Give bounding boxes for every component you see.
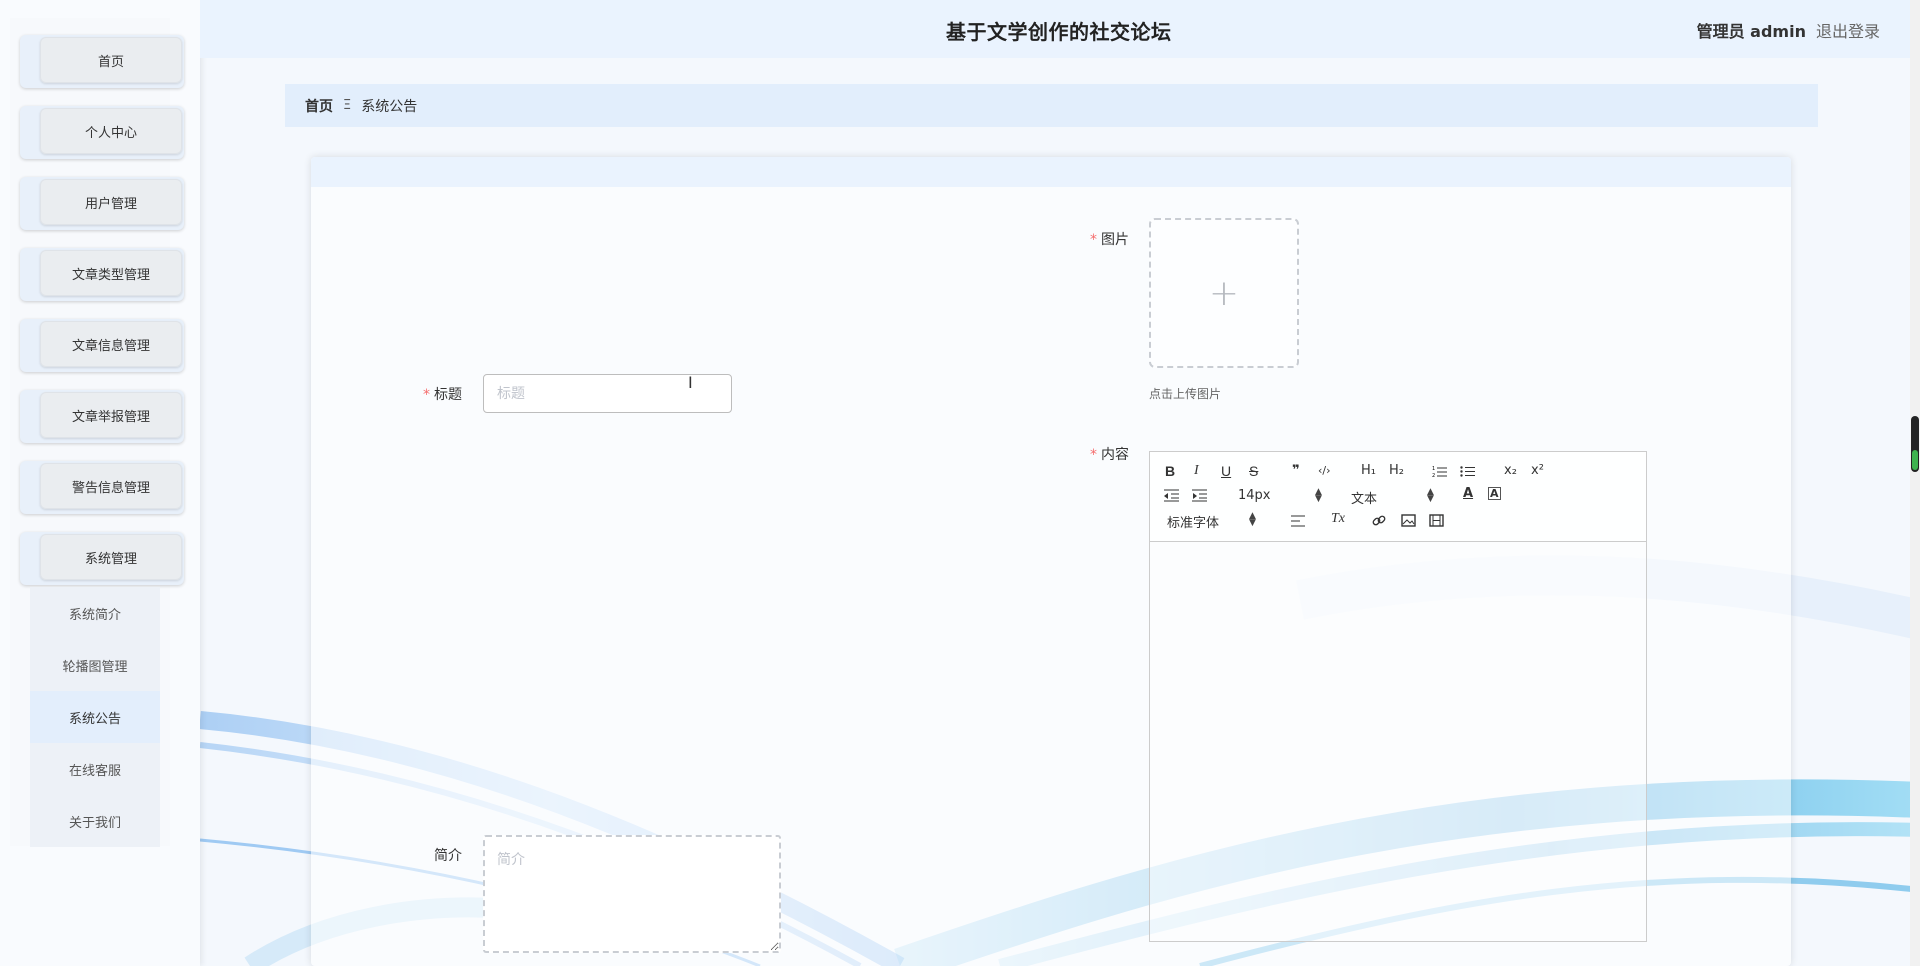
sidebar-item-article-reports[interactable]: 文章举报管理 bbox=[20, 390, 184, 443]
page-scrollbar[interactable] bbox=[1910, 0, 1920, 966]
svg-text:2: 2 bbox=[1432, 473, 1435, 478]
title-input[interactable] bbox=[483, 374, 732, 413]
sidebar-item-label: 警告信息管理 bbox=[40, 463, 182, 509]
sidebar-item-article-types[interactable]: 文章类型管理 bbox=[20, 248, 184, 301]
system-submenu: 系统简介 轮播图管理 系统公告 在线客服 关于我们 bbox=[30, 587, 160, 847]
sidebar-item-users[interactable]: 用户管理 bbox=[20, 177, 184, 230]
admin-label: 管理员 admin bbox=[1696, 22, 1806, 41]
scrollbar-marker bbox=[1912, 450, 1918, 470]
clear-format-icon[interactable]: Tx bbox=[1331, 511, 1345, 527]
superscript-icon[interactable]: x² bbox=[1531, 463, 1544, 478]
intro-textarea[interactable] bbox=[483, 835, 781, 953]
ordered-list-icon[interactable]: 12 bbox=[1432, 465, 1448, 478]
user-area: 管理员 admin 退出登录 bbox=[1697, 18, 1880, 42]
breadcrumb-separator-icon: Ξ bbox=[343, 98, 352, 113]
sidebar-item-label: 系统管理 bbox=[40, 534, 182, 580]
plus-icon: + bbox=[1208, 272, 1240, 314]
sidebar-item-label: 文章信息管理 bbox=[40, 321, 182, 367]
text-cursor-icon: I bbox=[688, 373, 693, 392]
breadcrumb: 首页 Ξ 系统公告 bbox=[285, 84, 1818, 127]
submenu-item-system-intro[interactable]: 系统简介 bbox=[30, 587, 160, 639]
submenu-item-about-us[interactable]: 关于我们 bbox=[30, 795, 160, 847]
font-color-icon[interactable]: A bbox=[1463, 486, 1473, 501]
sidebar-item-home[interactable]: 首页 bbox=[20, 35, 184, 88]
align-icon[interactable] bbox=[1291, 515, 1306, 527]
content-label: * 内容 bbox=[1090, 447, 1129, 463]
h1-icon[interactable]: H₁ bbox=[1361, 463, 1376, 478]
quote-icon[interactable]: ❞ bbox=[1292, 463, 1300, 478]
sidebar-item-label: 个人中心 bbox=[40, 108, 182, 154]
image-label: * 图片 bbox=[1090, 232, 1129, 248]
background-color-icon[interactable]: A bbox=[1488, 487, 1501, 500]
font-size-select[interactable]: 14px ▲ ▼ bbox=[1238, 488, 1323, 504]
video-icon[interactable] bbox=[1429, 514, 1444, 527]
bullet-list-icon[interactable] bbox=[1460, 465, 1476, 478]
card-header bbox=[311, 157, 1791, 187]
breadcrumb-current: 系统公告 bbox=[361, 98, 418, 115]
required-mark: * bbox=[1090, 447, 1097, 463]
sidebar-item-label: 文章举报管理 bbox=[40, 392, 182, 438]
sidebar-item-label: 用户管理 bbox=[40, 179, 182, 225]
italic-icon[interactable]: I bbox=[1194, 463, 1199, 479]
svg-text:1: 1 bbox=[1432, 466, 1435, 472]
logout-link[interactable]: 退出登录 bbox=[1816, 18, 1880, 42]
upload-tip: 点击上传图片 bbox=[1149, 387, 1222, 401]
sidebar-item-label: 文章类型管理 bbox=[40, 250, 182, 296]
editor-toolbar: B I U S ❞ ‹/› H₁ H₂ 12 x₂ x² 14px ▲ ▼ 文本… bbox=[1150, 452, 1646, 542]
strike-icon[interactable]: S bbox=[1249, 463, 1258, 479]
sidebar-item-personal-center[interactable]: 个人中心 bbox=[20, 106, 184, 159]
sidebar: 首页 个人中心 用户管理 文章类型管理 文章信息管理 文章举报管理 警告信息管理… bbox=[0, 0, 200, 966]
header-format-select[interactable]: 文本 ▲ ▼ bbox=[1351, 488, 1436, 508]
underline-icon[interactable]: U bbox=[1221, 463, 1231, 479]
code-block-icon[interactable]: ‹/› bbox=[1318, 464, 1331, 477]
breadcrumb-home[interactable]: 首页 bbox=[305, 96, 333, 116]
required-mark: * bbox=[1090, 232, 1097, 248]
sidebar-item-system[interactable]: 系统管理 bbox=[20, 532, 184, 585]
submenu-item-carousel[interactable]: 轮播图管理 bbox=[30, 639, 160, 691]
top-header: 基于文学创作的社交论坛 管理员 admin 退出登录 bbox=[200, 0, 1910, 58]
font-family-select[interactable]: 标准字体 ▲ ▼ bbox=[1167, 512, 1257, 532]
bold-icon[interactable]: B bbox=[1165, 463, 1175, 479]
sidebar-item-articles[interactable]: 文章信息管理 bbox=[20, 319, 184, 372]
required-mark: * bbox=[423, 387, 430, 403]
rich-text-editor: B I U S ❞ ‹/› H₁ H₂ 12 x₂ x² 14px ▲ ▼ 文本… bbox=[1149, 451, 1647, 942]
title-label: * 标题 bbox=[423, 387, 462, 403]
editor-content-area[interactable] bbox=[1150, 542, 1646, 942]
indent-icon[interactable] bbox=[1192, 489, 1208, 502]
sidebar-item-warnings[interactable]: 警告信息管理 bbox=[20, 461, 184, 514]
submenu-item-online-service[interactable]: 在线客服 bbox=[30, 743, 160, 795]
image-upload-button[interactable]: + bbox=[1149, 218, 1299, 368]
subscript-icon[interactable]: x₂ bbox=[1504, 463, 1517, 478]
site-title: 基于文学创作的社交论坛 bbox=[946, 20, 1172, 44]
submenu-item-announcements[interactable]: 系统公告 bbox=[30, 691, 160, 743]
sidebar-item-label: 首页 bbox=[40, 37, 182, 83]
outdent-icon[interactable] bbox=[1164, 489, 1180, 502]
h2-icon[interactable]: H₂ bbox=[1389, 463, 1404, 478]
intro-label: 简介 bbox=[434, 848, 462, 864]
link-icon[interactable] bbox=[1372, 514, 1387, 528]
image-icon[interactable] bbox=[1401, 514, 1416, 527]
